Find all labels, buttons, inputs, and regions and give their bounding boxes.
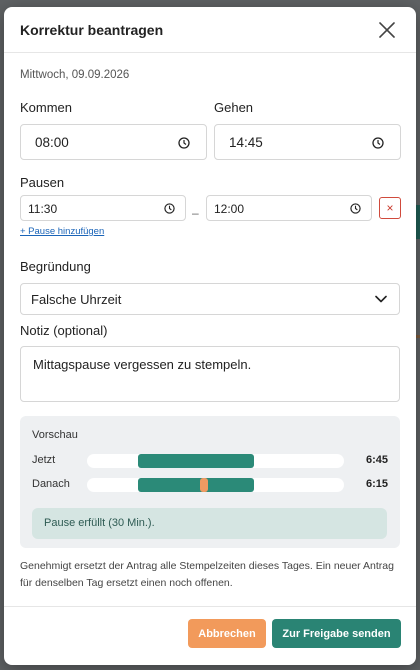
preview-bar-after xyxy=(138,478,254,492)
add-pause-link[interactable]: + Pause hinzufügen xyxy=(20,226,104,237)
pause-start-input[interactable]: 11:30 xyxy=(20,195,186,221)
preview-track-after xyxy=(87,478,344,492)
clock-icon xyxy=(164,203,175,214)
modal-title: Korrektur beantragen xyxy=(20,22,164,38)
date-label: Mittwoch, 09.09.2026 xyxy=(20,69,130,81)
begruendung-select[interactable]: Falsche Uhrzeit xyxy=(20,283,400,315)
preview-title: Vorschau xyxy=(32,429,78,441)
close-button[interactable] xyxy=(378,21,396,39)
pause-start-value: 11:30 xyxy=(28,202,58,216)
gehen-label: Gehen xyxy=(214,100,254,115)
gehen-input[interactable]: 14:45 xyxy=(214,124,401,160)
preview-pause-marker xyxy=(200,478,208,492)
cancel-button[interactable]: Abbrechen xyxy=(188,619,266,648)
kommen-input[interactable]: 08:00 xyxy=(20,124,207,160)
preview-bar-now xyxy=(138,454,254,468)
preview-value-after: 6:15 xyxy=(365,478,388,490)
correction-modal: Korrektur beantragen Mittwoch, 09.09.202… xyxy=(4,7,416,665)
preview-panel: Vorschau Jetzt 6:45 Danach 6:15 Pause er… xyxy=(20,416,400,548)
preview-status-text: Pause erfüllt (30 Min.). xyxy=(44,517,155,529)
preview-row-label-after: Danach xyxy=(32,478,70,490)
begruendung-value: Falsche Uhrzeit xyxy=(31,292,122,307)
clock-icon xyxy=(350,203,361,214)
gehen-value: 14:45 xyxy=(229,135,263,150)
preview-status-box: Pause erfüllt (30 Min.). xyxy=(32,508,387,539)
pausen-label: Pausen xyxy=(20,175,65,190)
pause-end-value: 12:00 xyxy=(214,202,245,216)
remove-pause-button[interactable]: × xyxy=(379,197,401,219)
footer-divider xyxy=(4,606,416,607)
begruendung-label: Begründung xyxy=(20,259,91,274)
clock-icon xyxy=(178,137,190,149)
modal-header: Korrektur beantragen xyxy=(4,7,416,53)
preview-value-now: 6:45 xyxy=(365,454,388,466)
close-icon xyxy=(379,22,395,38)
clock-icon xyxy=(372,137,384,149)
pause-end-input[interactable]: 12:00 xyxy=(206,195,372,221)
notiz-label: Notiz (optional) xyxy=(20,323,108,338)
info-text: Genehmigt ersetzt der Antrag alle Stempe… xyxy=(20,560,394,589)
preview-row-label-now: Jetzt xyxy=(32,454,56,466)
preview-track-now xyxy=(87,454,344,468)
chevron-down-icon xyxy=(375,295,387,303)
kommen-value: 08:00 xyxy=(35,135,69,150)
pause-separator: – xyxy=(192,206,199,220)
notiz-textarea[interactable]: Mittagspause vergessen zu stempeln. xyxy=(20,346,400,402)
submit-button[interactable]: Zur Freigabe senden xyxy=(272,619,401,648)
kommen-label: Kommen xyxy=(20,100,73,115)
close-icon: × xyxy=(386,201,394,215)
